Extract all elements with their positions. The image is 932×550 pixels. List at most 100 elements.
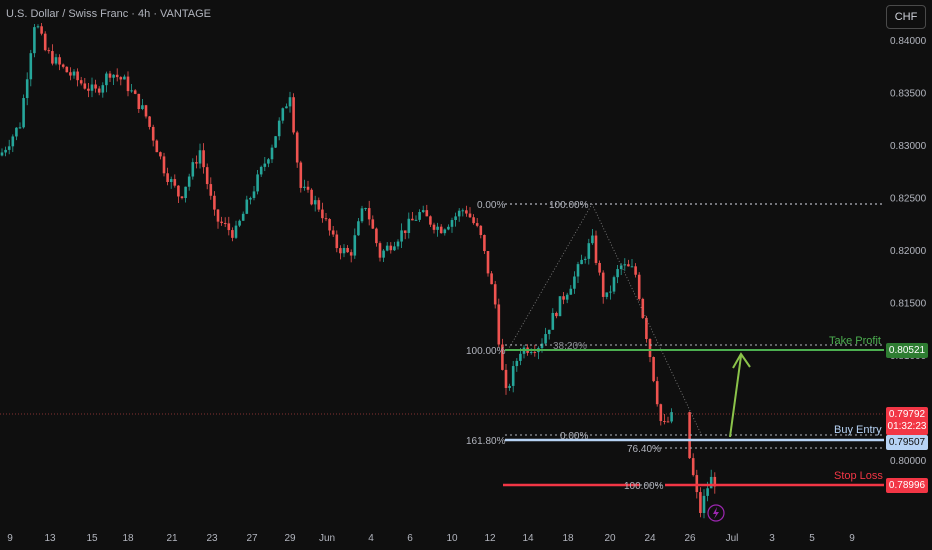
candle-body: [159, 152, 162, 157]
time-tick-label: 9: [7, 533, 13, 544]
candle-body: [87, 88, 90, 91]
time-tick-label: 20: [604, 533, 616, 544]
candle-body: [519, 353, 522, 361]
candle-body: [177, 185, 180, 197]
lightning-icon: [713, 507, 719, 519]
candle-body: [569, 288, 573, 295]
candle-body: [371, 219, 375, 229]
candle-body: [706, 488, 709, 496]
time-tick-label: 24: [644, 533, 656, 544]
candle-body: [313, 200, 317, 205]
candle-body: [231, 230, 234, 238]
candle-body: [335, 234, 339, 249]
candle-body: [533, 351, 537, 353]
price-chart[interactable]: 0.00% 100.00% 100.00% 38.20% 0.00% 161.8…: [0, 0, 932, 550]
candle-body: [385, 245, 389, 251]
candle-body: [360, 208, 364, 222]
candle-body: [288, 97, 292, 107]
price-tick-label: 0.83000: [890, 141, 927, 152]
candle-body: [421, 210, 425, 213]
candle-body: [558, 296, 562, 317]
time-tick-label: 21: [166, 533, 178, 544]
candle-body: [22, 98, 25, 128]
candle-body: [393, 246, 396, 251]
candle-body: [173, 179, 177, 186]
candle-body: [529, 351, 533, 353]
take-profit-annotation: Take Profit: [829, 335, 881, 347]
candle-body: [69, 72, 72, 76]
candle-body: [72, 71, 76, 76]
target-arrow: [729, 355, 742, 438]
candle-body: [105, 73, 108, 86]
stop-loss-price-label: 0.78996: [886, 478, 928, 493]
candle-body: [108, 73, 112, 78]
candle-body: [504, 369, 508, 388]
candle-body: [403, 230, 407, 233]
candle-body: [83, 83, 87, 89]
candle-body: [612, 277, 616, 292]
candle-body: [321, 209, 324, 219]
candle-body: [378, 243, 382, 258]
candle-body: [659, 404, 663, 422]
candle-body: [277, 120, 281, 137]
candle-body: [238, 220, 241, 226]
candle-body: [601, 272, 605, 297]
candle-body: [252, 191, 256, 198]
candle-body: [479, 225, 483, 236]
candle-body: [43, 33, 47, 51]
fib-label-0-low: 0.00%: [560, 431, 588, 442]
candle-body: [382, 250, 385, 258]
candle-body: [184, 186, 187, 199]
currency-button[interactable]: CHF: [886, 5, 926, 29]
bar-countdown: 01:32:23: [887, 421, 927, 432]
price-tick-label: 0.82000: [890, 246, 927, 257]
time-tick-label: 15: [86, 533, 98, 544]
time-tick-label: 5: [809, 533, 815, 544]
candle-body: [637, 274, 641, 299]
candle-body: [450, 220, 454, 227]
candle-body: [565, 294, 569, 300]
candle-body: [587, 243, 591, 259]
candle-body: [562, 296, 565, 300]
candle-body: [699, 492, 702, 513]
candle-body: [76, 71, 79, 81]
take-profit-price-label: 0.80521: [886, 343, 928, 358]
time-axis[interactable]: 9 13 15 18 21 23 27 29 Jun 4 6 10 12 14 18 20 24 26 Jul 3 5 9: [7, 533, 855, 544]
current-price-label: 0.79792 01:32:23: [886, 407, 928, 435]
candle-body: [364, 208, 367, 210]
candle-body: [249, 197, 252, 200]
candle-body: [267, 159, 270, 164]
time-tick-label: Jul: [726, 533, 739, 544]
candle-body: [126, 76, 130, 92]
candle-body: [641, 298, 645, 318]
stop-loss-annotation: Stop Loss: [834, 470, 883, 482]
candle-body: [616, 269, 619, 278]
candle-body: [357, 221, 360, 236]
time-tick-label: 12: [484, 533, 496, 544]
candle-body: [198, 150, 202, 164]
time-tick-label: 29: [284, 533, 296, 544]
price-axis[interactable]: 0.84000 0.83500 0.83000 0.82500 0.82000 0.815…: [890, 36, 927, 467]
candle-body: [591, 235, 594, 244]
candle-body: [220, 221, 223, 224]
candle-body: [25, 79, 29, 99]
candle-body: [598, 262, 601, 273]
time-tick-label: 23: [206, 533, 218, 544]
candle-body: [223, 223, 227, 225]
candle-body: [310, 189, 313, 205]
candle-body: [299, 162, 303, 188]
candle-body: [144, 105, 148, 117]
candle-body: [40, 26, 43, 34]
candle-body: [702, 495, 706, 513]
price-tick-label: 0.82500: [890, 194, 927, 205]
candle-body: [429, 216, 432, 225]
candle-body: [483, 235, 486, 252]
candle-body: [202, 150, 205, 168]
price-tick-label: 0.80000: [890, 456, 927, 467]
candle-body: [195, 162, 198, 164]
candle-body: [169, 179, 173, 182]
candle-body: [303, 186, 306, 188]
candle-body: [447, 226, 450, 230]
candle-body: [342, 247, 346, 254]
candle-body: [573, 276, 576, 289]
